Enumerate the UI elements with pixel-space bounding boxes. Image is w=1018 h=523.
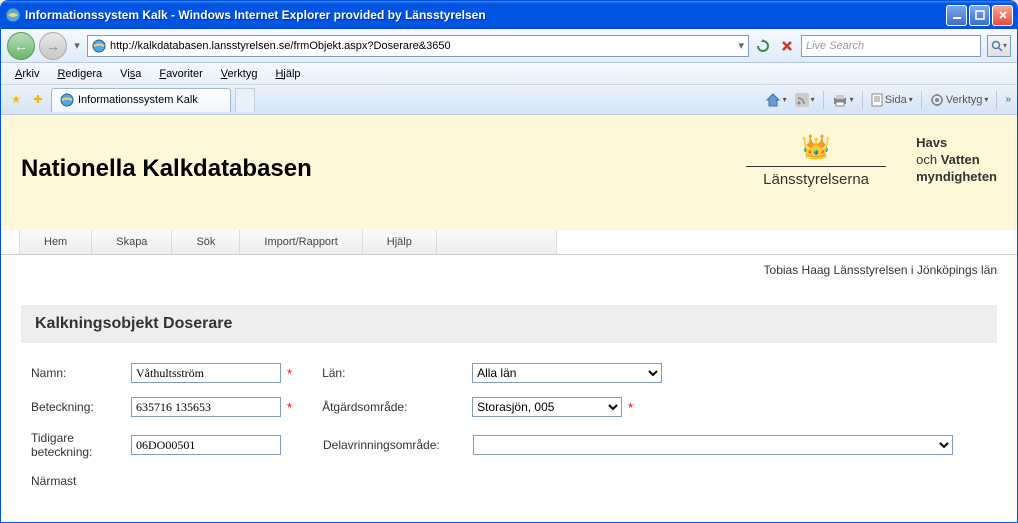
crown-icon: 👑 [746, 133, 886, 162]
url-dropdown-icon[interactable]: ▾ [738, 39, 744, 52]
lan-select[interactable]: Alla län [472, 363, 662, 383]
required-icon: * [287, 400, 292, 415]
hav-havs: Havs [916, 135, 947, 150]
tab-title: Informationssystem Kalk [78, 94, 198, 106]
nav-sok[interactable]: Sök [172, 230, 240, 254]
ie-icon [5, 7, 21, 23]
menu-visa[interactable]: Visa [112, 66, 149, 82]
print-button[interactable]: ▾ [832, 93, 854, 107]
site-nav: Hem Skapa Sök Import/Rapport Hjälp [1, 230, 1017, 255]
required-icon: * [628, 400, 633, 415]
browser-window: Informationssystem Kalk - Windows Intern… [0, 0, 1018, 523]
namn-label: Namn: [31, 366, 131, 380]
toolbar-overflow-icon[interactable]: » [1005, 94, 1011, 105]
separator [996, 91, 997, 109]
atgard-label: Åtgärdsområde: [322, 400, 472, 414]
nav-history-dropdown[interactable]: ▾ [71, 36, 83, 56]
page-menu-label: Sida [885, 94, 907, 106]
row-narmast: Närmast [31, 474, 987, 488]
menu-visa-label: a [135, 68, 141, 80]
page-content: Nationella Kalkdatabasen 👑 Länsstyrelser… [1, 115, 1017, 523]
banner: Nationella Kalkdatabasen 👑 Länsstyrelser… [1, 115, 1017, 230]
nav-hem[interactable]: Hem [19, 230, 92, 254]
favorites-icon[interactable]: ★ [7, 91, 25, 109]
section-header: Kalkningsobjekt Doserare [21, 305, 997, 343]
menu-verktyg[interactable]: Verktyg [213, 66, 266, 82]
hav-mynd: myndigheten [916, 169, 997, 184]
user-info: Tobias Haag Länsstyrelsen i Jönköpings l… [1, 255, 1017, 285]
form-section: Kalkningsobjekt Doserare Namn: * Län: Al… [21, 305, 997, 488]
menu-verktyg-label: erktyg [227, 68, 257, 80]
menu-favoriter[interactable]: Favoriter [151, 66, 210, 82]
titlebar: Informationssystem Kalk - Windows Intern… [1, 1, 1017, 29]
lansstyrelserna-logo: 👑 Länsstyrelserna [746, 133, 886, 188]
menu-favoriter-label: avoriter [166, 68, 203, 80]
menu-redigera[interactable]: Redigera [49, 66, 110, 82]
tab-toolbar: ★ ✚ Informationssystem Kalk ▾ ▾ ▾ Sida▾ … [1, 85, 1017, 115]
menu-hjalp[interactable]: Hjälp [267, 66, 308, 82]
feeds-button[interactable]: ▾ [795, 93, 815, 107]
window-title: Informationssystem Kalk - Windows Intern… [25, 8, 946, 22]
page-menu[interactable]: Sida▾ [871, 93, 913, 107]
nav-toolbar: ← → ▾ http://kalkdatabasen.lansstyrelsen… [1, 29, 1017, 63]
search-go-button[interactable]: ▾ [987, 35, 1011, 57]
nav-hjalp[interactable]: Hjälp [363, 230, 437, 254]
hav-vatten: Vatten [941, 152, 980, 167]
row-beteckning: Beteckning: * Åtgärdsområde: Storasjön, … [31, 397, 987, 417]
toolbar-right: ▾ ▾ ▾ Sida▾ Verktyg▾ » [765, 91, 1011, 109]
required-icon: * [287, 366, 292, 381]
separator [921, 91, 922, 109]
window-controls [946, 5, 1013, 26]
beteckning-label: Beteckning: [31, 400, 131, 414]
menu-arkiv-label: rkiv [22, 68, 39, 80]
atgard-select[interactable]: Storasjön, 005 [472, 397, 622, 417]
menu-hjalp-label: jälp [283, 68, 300, 80]
back-button[interactable]: ← [7, 32, 35, 60]
separator [862, 91, 863, 109]
search-box[interactable]: Live Search [801, 35, 981, 57]
tidigare-label: Tidigare beteckning: [31, 431, 131, 460]
nav-import[interactable]: Import/Rapport [240, 230, 362, 254]
menu-bar: Arkiv Redigera Visa Favoriter Verktyg Hj… [1, 63, 1017, 85]
menu-arkiv[interactable]: Arkiv [7, 66, 47, 82]
tools-menu-label: Verktyg [946, 94, 983, 106]
hav-logo: Havs och Vatten myndigheten [916, 135, 997, 186]
separator [823, 91, 824, 109]
forward-button[interactable]: → [39, 32, 67, 60]
narmast-label: Närmast [31, 474, 131, 488]
tidigare-input[interactable] [131, 435, 281, 455]
lans-text: Länsstyrelserna [746, 171, 886, 188]
stop-button[interactable] [777, 36, 797, 56]
namn-input[interactable] [131, 363, 281, 383]
banner-logos: 👑 Länsstyrelserna Havs och Vatten myndig… [746, 133, 997, 188]
close-button[interactable] [992, 5, 1013, 26]
beteckning-input[interactable] [131, 397, 281, 417]
page-icon [92, 39, 106, 53]
refresh-button[interactable] [753, 36, 773, 56]
nav-empty [437, 230, 557, 254]
hav-och: och [916, 152, 937, 167]
delav-label: Delavrinningsområde: [323, 438, 473, 452]
nav-skapa[interactable]: Skapa [92, 230, 172, 254]
tab-page-icon [60, 93, 74, 107]
search-placeholder: Live Search [806, 40, 864, 52]
lan-label: Län: [322, 366, 472, 380]
row-tidigare: Tidigare beteckning: Delavrinningsområde… [31, 431, 987, 460]
add-favorite-icon[interactable]: ✚ [29, 91, 47, 109]
maximize-button[interactable] [969, 5, 990, 26]
new-tab-button[interactable] [235, 88, 255, 112]
menu-redigera-label: edigera [65, 68, 102, 80]
tools-menu[interactable]: Verktyg▾ [930, 93, 989, 107]
minimize-button[interactable] [946, 5, 967, 26]
form-grid: Namn: * Län: Alla län Beteckning: * Åtgä… [21, 343, 997, 488]
address-bar[interactable]: http://kalkdatabasen.lansstyrelsen.se/fr… [87, 35, 749, 57]
home-button[interactable]: ▾ [765, 92, 787, 108]
delav-select[interactable] [473, 435, 953, 455]
browser-tab[interactable]: Informationssystem Kalk [51, 88, 231, 112]
url-text: http://kalkdatabasen.lansstyrelsen.se/fr… [110, 40, 734, 52]
row-namn: Namn: * Län: Alla län [31, 363, 987, 383]
